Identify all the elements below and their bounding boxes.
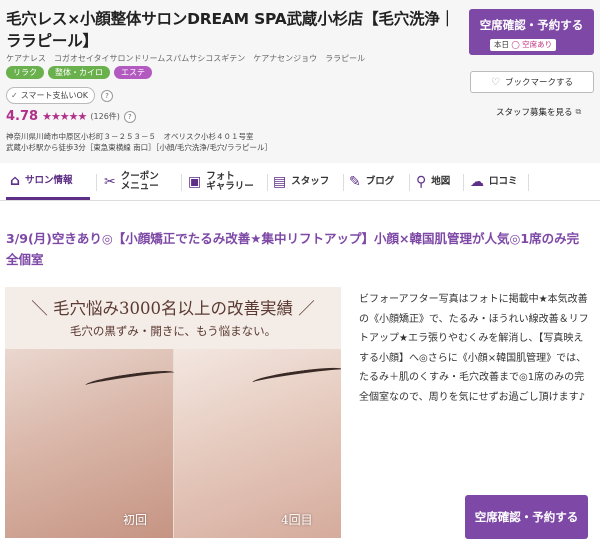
tag-chiro: 整体・カイロ xyxy=(48,66,110,79)
staff-icon: ▤ xyxy=(273,174,287,190)
chat-icon: ☁ xyxy=(470,174,484,190)
salon-header: 毛穴レス×小顔整体サロンDREAM SPA武蔵小杉店【毛穴洗浄｜ララピール】 ケ… xyxy=(0,0,600,163)
check-icon: ✓ xyxy=(11,91,18,100)
tab-staff[interactable]: ▤ スタッフ xyxy=(273,164,343,200)
address-line: 神奈川県川崎市中原区小杉町３－２５３－５ オベリスク小杉４０１号室 xyxy=(6,132,254,141)
reserve-button-top[interactable]: 空席確認・予約する 本日 ◯ 空席あり xyxy=(469,9,594,55)
staff-recruit-link[interactable]: スタッフ募集を見る ⧉ xyxy=(496,106,581,118)
review-count[interactable]: (126件) xyxy=(90,111,120,122)
rating-score: 4.78 xyxy=(6,109,39,124)
genre-tags: リラク 整体・カイロ エステ xyxy=(6,66,152,79)
catch-copy: 3/9(月)空きあり◎【小顔矯正でたるみ改善★集中リフトアップ】小顔×韓国肌管理… xyxy=(6,231,580,267)
smart-pay-label: スマート支払いOK xyxy=(20,91,89,100)
salon-kana: ケアナレス コガオセイタイサロンドリームスパムサシコスギテン ケアナセンジョウ … xyxy=(6,54,366,63)
salon-title: 毛穴レス×小顔整体サロンDREAM SPA武蔵小杉店【毛穴洗浄｜ララピール】 xyxy=(6,10,455,50)
salon-description: ビフォーアフター写真はフォトに掲載中★本気改善の《小顔矯正》で、たるみ・ほうれい… xyxy=(359,294,589,403)
vacancy-prefix: 本日 xyxy=(494,40,509,49)
tag-esthe: エステ xyxy=(114,66,152,79)
before-caption: 初回 xyxy=(123,513,148,527)
home-icon: ⌂ xyxy=(10,172,21,189)
photo-icon: ▣ xyxy=(188,174,202,190)
tag-relax: リラク xyxy=(6,66,44,79)
reserve-button-bottom[interactable]: 空席確認・予約する xyxy=(465,495,588,539)
before-after-photo[interactable]: ＼ 毛穴悩み3000名以上の改善実績 ／ 毛穴の黒ずみ・開きに、もう悩まない。 … xyxy=(5,287,341,538)
photo-subline: 毛穴の黒ずみ・開きに、もう悩まない。 xyxy=(69,324,277,338)
tab-label: サロン情報 xyxy=(25,174,73,186)
tab-reviews[interactable]: ☁ 口コミ xyxy=(470,164,530,200)
payment-row: ✓ スマート支払いOK ? xyxy=(6,87,114,104)
vacancy-badge: 本日 ◯ 空席あり xyxy=(490,39,557,51)
tab-label: 口コミ xyxy=(489,176,518,187)
tab-label: フォト ギャラリー xyxy=(206,171,254,192)
salon-address: 神奈川県川崎市中原区小杉町３－２５３－５ オベリスク小杉４０１号室 武蔵小杉駅か… xyxy=(6,131,272,153)
after-caption: 4回目 xyxy=(281,513,313,527)
help-icon[interactable]: ? xyxy=(101,89,114,102)
coupon-icon: ✂ xyxy=(104,174,116,190)
pencil-icon: ✎ xyxy=(349,174,361,190)
rating-help-icon[interactable]: ? xyxy=(123,110,136,123)
tab-coupon-menu[interactable]: ✂ クーポン メニュー xyxy=(104,164,180,200)
access-line: 武蔵小杉駅から徒歩3分［東急東横線 南口］［小顔/毛穴洗浄/毛穴/ララピール］ xyxy=(6,143,272,152)
tab-label: 地図 xyxy=(431,176,451,187)
smart-pay-badge: ✓ スマート支払いOK xyxy=(6,87,96,104)
tab-salon-info[interactable]: ⌂ サロン情報 xyxy=(6,164,90,200)
tab-blog[interactable]: ✎ ブログ xyxy=(349,164,405,200)
map-pin-icon: ⚲ xyxy=(416,174,427,190)
tab-photo-gallery[interactable]: ▣ フォト ギャラリー xyxy=(188,164,270,200)
tab-label: ブログ xyxy=(365,176,395,187)
tab-map[interactable]: ⚲ 地図 xyxy=(416,164,464,200)
bookmark-button[interactable]: ♡ ブックマークする xyxy=(470,71,594,93)
staff-recruit-label: スタッフ募集を見る xyxy=(496,108,573,118)
after-image xyxy=(174,349,341,538)
photo-headline: ＼ 毛穴悩み3000名以上の改善実績 ／ xyxy=(31,299,315,318)
rating-row: 4.78 ★★★★★ (126件) ? xyxy=(6,109,136,124)
salon-nav: ⌂ サロン情報 ✂ クーポン メニュー ▣ フォト ギャラリー ▤ スタッフ ✎… xyxy=(0,164,600,201)
rating-stars: ★★★★★ xyxy=(42,110,87,123)
tab-label: スタッフ xyxy=(291,176,330,187)
reserve-button-label: 空席確認・予約する xyxy=(479,18,584,32)
vacancy-status: ◯ 空席あり xyxy=(511,40,553,49)
external-link-icon: ⧉ xyxy=(575,107,582,116)
bookmark-label: ブックマークする xyxy=(504,78,573,88)
tab-label: クーポン メニュー xyxy=(120,171,159,192)
before-image xyxy=(5,349,176,538)
heart-icon: ♡ xyxy=(491,76,500,88)
